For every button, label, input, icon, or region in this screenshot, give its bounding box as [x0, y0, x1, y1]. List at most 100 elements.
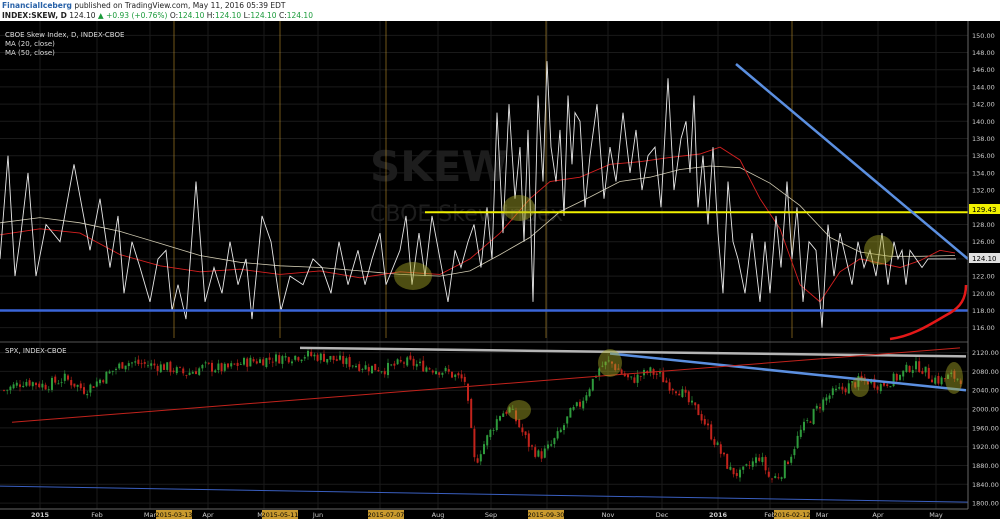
y-tick-label: 148.00: [972, 49, 995, 57]
y-tick-label: 1960.00: [972, 424, 999, 432]
candle-body: [579, 401, 581, 407]
candle-body: [307, 350, 309, 357]
candle-body: [118, 363, 121, 369]
candle-body: [710, 424, 713, 440]
current-price-label: 124.10: [972, 255, 997, 263]
candle-body: [415, 364, 418, 367]
candle-body: [815, 405, 818, 409]
candle-body: [783, 460, 786, 479]
candle-body: [284, 356, 287, 358]
y-tick-label: 116.00: [972, 324, 995, 332]
open-label: O:: [169, 11, 179, 20]
red-long-term-trendline[interactable]: [11, 347, 961, 423]
candle-body: [505, 411, 508, 414]
candle-body: [179, 366, 181, 368]
candle-body: [444, 367, 447, 372]
candle-body: [844, 388, 847, 393]
candle-body: [531, 445, 533, 447]
candle-body: [454, 374, 457, 377]
candle-body: [188, 372, 191, 375]
candle-body: [361, 369, 364, 370]
candle-body: [294, 355, 297, 360]
date-highlight-label: 2015-09-30: [528, 512, 565, 519]
candle-body: [374, 363, 377, 371]
candle-body: [54, 376, 57, 383]
x-tick-label: 2016: [709, 511, 728, 519]
candle-body: [47, 389, 50, 391]
candle-body: [886, 384, 889, 387]
high-label: H:: [206, 11, 215, 20]
candle-body: [665, 380, 668, 383]
candle-body: [707, 423, 709, 426]
x-tick-label: Apr: [202, 511, 214, 519]
y-tick-label: 1920.00: [972, 443, 999, 451]
candle-body: [447, 369, 450, 372]
candle-body: [889, 386, 892, 388]
candle-body: [345, 358, 348, 365]
candle-body: [28, 380, 31, 386]
candle-body: [761, 457, 764, 463]
candle-body: [879, 384, 882, 392]
candle-body: [547, 444, 549, 449]
candle-body: [134, 361, 137, 363]
time-axis[interactable]: 2015FebMarAprMayJunJulAugSepOctNovDec201…: [0, 508, 968, 519]
date-highlight-label: 2015-05-11: [262, 512, 299, 519]
candle-body: [895, 373, 898, 381]
candle-body: [409, 355, 412, 360]
candle-body: [380, 371, 383, 373]
candle-body: [425, 367, 428, 372]
candle-body: [559, 429, 562, 433]
candle-body: [572, 407, 575, 410]
candle-body: [111, 370, 114, 372]
candle-body: [435, 371, 437, 374]
candle-body: [899, 374, 901, 380]
candle-body: [175, 367, 178, 374]
candle-body: [390, 364, 393, 366]
y-tick-label: 140.00: [972, 118, 995, 126]
blue-long-term-trendline[interactable]: [0, 485, 969, 503]
candle-body: [239, 364, 242, 365]
candle-body: [73, 383, 76, 387]
candle-body: [115, 368, 117, 370]
candle-body: [828, 395, 831, 399]
candle-body: [342, 355, 345, 364]
candle-body: [742, 466, 745, 470]
candle-body: [819, 407, 821, 409]
x-tick-label: May: [929, 511, 943, 519]
candle-body: [451, 371, 453, 378]
candle-body: [723, 452, 725, 455]
candle-body: [803, 421, 805, 431]
candle-body: [739, 469, 741, 478]
candle-body: [9, 386, 12, 391]
candle-body: [387, 362, 389, 376]
candle-body: [137, 359, 140, 365]
candle-body: [268, 357, 271, 360]
candle-body: [313, 354, 316, 357]
candle-body: [291, 361, 293, 364]
author-link[interactable]: FinancialIceberg: [2, 1, 72, 10]
candle-body: [83, 387, 85, 394]
candle-body: [841, 386, 844, 390]
y-tick-label: 150.00: [972, 32, 995, 40]
candle-body: [230, 363, 233, 367]
candle-body: [105, 371, 108, 384]
symbol-label[interactable]: INDEX:SKEW, D: [2, 11, 67, 20]
chart-area[interactable]: SKEW CBOE Skew Index CBOE Skew Index, D,…: [0, 21, 1000, 519]
candle-body: [729, 466, 732, 470]
x-tick-label: Feb: [91, 511, 103, 519]
candle-body: [377, 369, 380, 372]
candle-body: [927, 367, 930, 379]
y-tick-label: 136.00: [972, 152, 995, 160]
candle-body: [358, 364, 361, 371]
candle-body: [671, 388, 674, 391]
candle-body: [831, 388, 834, 396]
candle-body: [521, 427, 524, 433]
candle-body: [156, 365, 159, 371]
price-axis[interactable]: 116.00118.00120.00122.00124.00126.00128.…: [967, 21, 1000, 509]
change-up-icon: ▲: [97, 11, 104, 20]
skew-descending-trendline[interactable]: [735, 63, 969, 260]
y-tick-label: 134.00: [972, 169, 995, 177]
candle-body: [300, 359, 303, 362]
high-value: 124.10: [214, 11, 242, 20]
candle-body: [38, 383, 41, 388]
